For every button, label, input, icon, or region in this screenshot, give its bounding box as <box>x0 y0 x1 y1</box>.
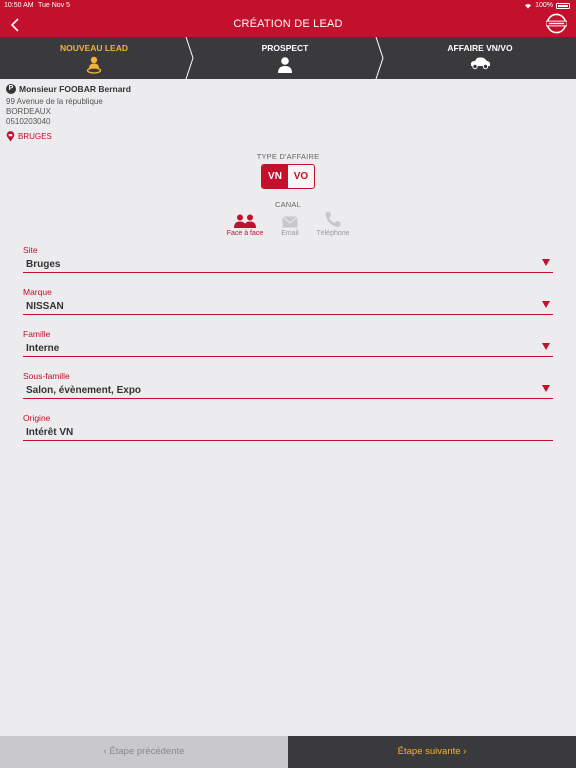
field-value: Intérêt VN <box>26 427 74 438</box>
canal-option-label: Téléphone <box>316 230 350 237</box>
field-underline <box>23 272 553 273</box>
nissan-logo <box>546 13 567 34</box>
field-label: Famille <box>23 329 51 339</box>
canal-option-label: Email <box>281 230 299 237</box>
field-label: Marque <box>23 287 52 297</box>
field-site[interactable]: Site Bruges <box>23 245 553 277</box>
wifi-icon <box>525 3 532 9</box>
envelope-icon <box>282 216 298 228</box>
field-underline <box>23 314 553 315</box>
battery-percent: 100% <box>535 2 553 9</box>
field-value: Bruges <box>26 259 61 270</box>
dropdown-arrow-icon <box>542 301 550 308</box>
step-affaire[interactable]: AFFAIRE VN/VO <box>384 37 576 79</box>
status-right: 100% <box>524 0 570 11</box>
field-label: Site <box>23 245 38 255</box>
field-marque[interactable]: Marque NISSAN <box>23 287 553 319</box>
footer-nav: ‹ Étape précédente Étape suivante › <box>0 736 576 768</box>
dealer-location: BRUGES <box>6 131 306 142</box>
location-person-icon <box>86 56 102 74</box>
page-title: CRÉATION DE LEAD <box>233 18 343 30</box>
dropdown-arrow-icon <box>542 343 550 350</box>
map-pin-icon <box>6 131 15 142</box>
field-origine[interactable]: Origine Intérêt VN <box>23 413 553 445</box>
type-affaire-toggle: VN VO <box>261 164 315 189</box>
canal-label: CANAL <box>274 200 301 209</box>
car-icon <box>471 57 490 70</box>
customer-header: P Monsieur FOOBAR Bernard <box>6 84 306 94</box>
customer-city: BORDEAUX <box>6 107 51 116</box>
dropdown-arrow-icon <box>542 385 550 392</box>
customer-phone: 0510203040 <box>6 117 51 126</box>
battery-icon <box>556 2 570 9</box>
status-bar: 10:50 AM Tue Nov 5 100% <box>0 0 576 11</box>
person-icon <box>278 57 292 73</box>
field-value: Interne <box>26 343 60 354</box>
field-value: NISSAN <box>26 301 64 312</box>
previous-step-button[interactable]: ‹ Étape précédente <box>0 736 288 768</box>
option-vo[interactable]: VO <box>288 165 314 188</box>
next-step-button[interactable]: Étape suivante › <box>288 736 576 768</box>
field-value: Salon, évènement, Expo <box>26 385 142 396</box>
field-label: Sous-famille <box>23 371 70 381</box>
customer-name: Monsieur FOOBAR Bernard <box>19 84 131 94</box>
phone-icon <box>325 212 341 227</box>
prospect-badge: P <box>6 84 16 94</box>
step-label: NOUVEAU LEAD <box>59 43 128 53</box>
step-prospect[interactable]: PROSPECT <box>192 37 378 79</box>
field-label: Origine <box>23 413 51 423</box>
step-label: AFFAIRE VN/VO <box>447 43 513 53</box>
progress-steps: NOUVEAU LEAD PROSPECT AFFAIRE VN/VO <box>0 37 576 79</box>
canal-option-label: Face à face <box>226 230 264 237</box>
people-icon <box>234 214 256 228</box>
canal-email[interactable]: Email <box>276 212 304 237</box>
field-underline <box>23 356 553 357</box>
canal-telephone[interactable]: Téléphone <box>312 212 354 237</box>
status-date: Tue Nov 5 <box>38 2 71 9</box>
header-bar: 10:50 AM Tue Nov 5 100% CRÉATION DE LEAD <box>0 0 576 37</box>
field-sous-famille[interactable]: Sous-famille Salon, évènement, Expo <box>23 371 553 403</box>
field-famille[interactable]: Famille Interne <box>23 329 553 361</box>
field-underline <box>23 440 553 441</box>
dropdown-arrow-icon <box>542 259 550 266</box>
customer-address: 99 Avenue de la république <box>6 97 103 106</box>
field-underline <box>23 398 553 399</box>
option-vn[interactable]: VN <box>262 165 288 188</box>
step-nouveau-lead[interactable]: NOUVEAU LEAD <box>0 37 188 79</box>
customer-card: P Monsieur FOOBAR Bernard 99 Avenue de l… <box>6 84 306 142</box>
dealer-name: BRUGES <box>18 131 52 141</box>
canal-face-a-face[interactable]: Face à face <box>222 212 268 237</box>
step-label: PROSPECT <box>261 43 309 53</box>
type-affaire-label: TYPE D'AFFAIRE <box>256 152 320 161</box>
status-time: 10:50 AM <box>4 2 34 9</box>
